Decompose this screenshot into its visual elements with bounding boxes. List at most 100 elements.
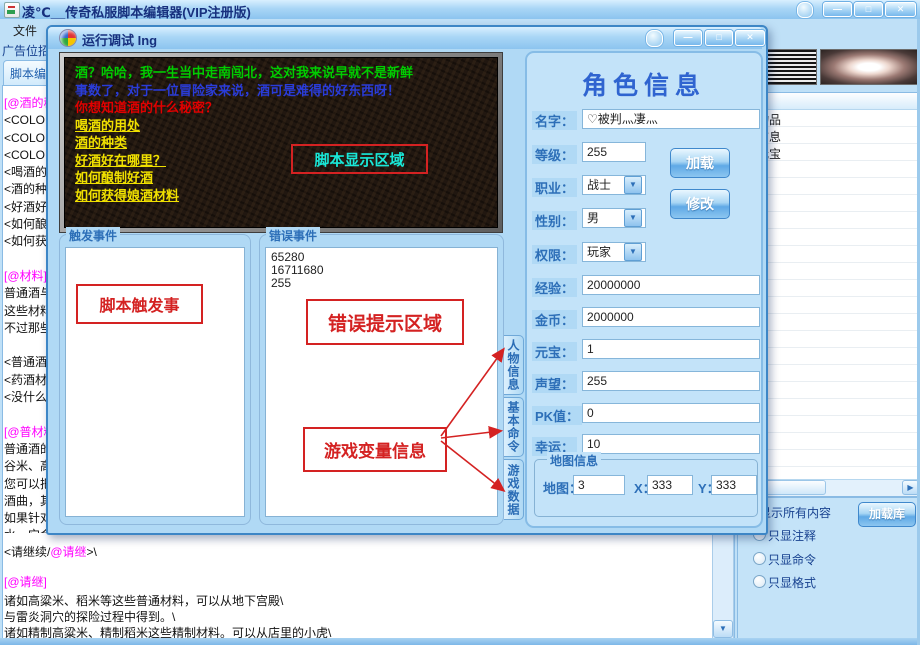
editor-line: <喝酒的 — [4, 164, 48, 181]
pk-label: PK值： — [532, 406, 582, 425]
window-title: 凌℃__传奇私服脚本编辑器(VIP注册版) — [22, 2, 582, 21]
scroll-right-icon: ▶ — [907, 483, 913, 492]
tab-game-data[interactable]: 游戏数据 — [504, 459, 524, 520]
fame-field[interactable]: 255 — [582, 371, 760, 391]
close-icon: ✕ — [897, 4, 905, 14]
radio-commands-only[interactable] — [753, 552, 766, 565]
modify-button[interactable]: 修改 — [670, 189, 730, 219]
app-window: 凌℃__传奇私服脚本编辑器(VIP注册版) — □ ✕ 文件 广告位招 脚本编 … — [0, 0, 920, 645]
annotation-error: 错误提示区域 — [306, 299, 464, 345]
maximize-button[interactable]: □ — [854, 2, 883, 17]
exp-field[interactable]: 20000000 — [582, 275, 760, 295]
editor-left-lines: [@酒的秘 <COLOR= <COLOR= <COLOR= <喝酒的 <酒的种 … — [4, 95, 48, 533]
editor-line: 这些材料 — [4, 303, 48, 320]
pk-field[interactable]: 0 — [582, 403, 760, 423]
annotation-trigger: 脚本触发事 — [76, 284, 203, 324]
editor-line — [4, 406, 48, 423]
character-info-panel: 角色信息 名字： ♡被判灬凄灬 等级： 255 加载 修改 职业： 战士 ▼ 性… — [525, 51, 763, 528]
name-field[interactable]: ♡被判灬凄灬 — [582, 109, 760, 129]
npc-link[interactable]: 喝酒的用处 — [75, 117, 413, 135]
char-panel-title: 角色信息 — [527, 66, 761, 102]
error-value: 255 — [271, 277, 324, 290]
editor-line: <如何获 — [4, 233, 48, 250]
option-label-show-all[interactable]: 显示所有内容 — [759, 504, 831, 521]
option-label-comments[interactable]: 只显注释 — [768, 527, 816, 544]
chevron-down-icon: ▼ — [629, 213, 637, 222]
script-display-frame: 酒？哈哈，我一生当中走南闯北，这对我来说早就不是新鲜 事数了，对于一位冒险家来说… — [59, 52, 503, 233]
annotation-variables: 游戏变量信息 — [303, 427, 447, 472]
npc-dialog-text: 酒？哈哈，我一生当中走南闯北，这对我来说早就不是新鲜 事数了，对于一位冒险家来说… — [75, 64, 413, 204]
radio-format-only[interactable] — [753, 575, 766, 588]
editor-line: 酒曲，其 — [4, 493, 48, 510]
editor-line: [@普材料 — [4, 424, 48, 441]
dialog-minimize-button[interactable]: — — [674, 30, 702, 46]
app-icon — [4, 2, 20, 18]
editor-line — [4, 251, 48, 268]
option-label-commands[interactable]: 只显命令 — [768, 551, 816, 568]
editor-line: 您可以把 — [4, 476, 48, 493]
job-dropdown-button[interactable]: ▼ — [624, 176, 642, 194]
pin-icon[interactable] — [797, 2, 813, 18]
dialog-icon — [60, 30, 76, 46]
dialog-pin-icon[interactable] — [646, 30, 663, 47]
text-segment: @请继 — [50, 545, 86, 559]
editor-line: 不过那些 — [4, 320, 48, 337]
map-field[interactable]: 3 — [573, 475, 625, 495]
load-button[interactable]: 加载 — [670, 148, 730, 178]
npc-line: 事数了，对于一位冒险家来说，酒可是难得的好东西呀！ — [75, 82, 413, 100]
gold-label: 金币： — [532, 310, 577, 329]
command-list[interactable]: 释 制物品 经信息 经元宝 ▶ — [750, 92, 919, 497]
orb-thumbnail[interactable] — [820, 49, 918, 85]
gold-field[interactable]: 2000000 — [582, 307, 760, 327]
debug-dialog: 运行调试 Ing — □ ✕ 酒？哈哈，我一生当中走南闯北，这对我来说早就不是新… — [46, 25, 768, 535]
editor-line: <COLOR= — [4, 112, 48, 129]
editor-line: <如何酿 — [4, 216, 48, 233]
close-icon: ✕ — [746, 32, 754, 42]
editor-line: [@材料] — [4, 268, 48, 285]
chevron-down-icon: ▼ — [629, 247, 637, 256]
editor-line: 水，它会 — [4, 527, 48, 533]
npc-link[interactable]: 如何获得娘酒材料 — [75, 187, 413, 205]
yuanbao-field[interactable]: 1 — [582, 339, 760, 359]
trigger-events-label: 触发事件 — [66, 227, 120, 244]
chevron-down-icon: ▼ — [629, 180, 637, 189]
scroll-down-button[interactable]: ▼ — [713, 620, 733, 638]
dialog-maximize-button[interactable]: □ — [705, 30, 733, 46]
list-header[interactable]: 释 — [751, 93, 918, 110]
tab-basic-commands[interactable]: 基本命令 — [504, 397, 524, 457]
striped-thumbnail[interactable] — [763, 49, 817, 85]
error-events-group: 错误事件 65280 16711680 255 错误提示区域 游戏变量信息 — [259, 234, 504, 525]
ad-link[interactable]: 广告位招 — [2, 42, 50, 59]
luck-field[interactable]: 10 — [582, 434, 760, 454]
x-field[interactable]: 333 — [647, 475, 693, 495]
editor-line: [@酒的秘 — [4, 95, 48, 112]
fame-label: 声望： — [532, 374, 577, 393]
minimize-icon: — — [833, 4, 842, 14]
scroll-down-icon: ▼ — [719, 624, 727, 633]
window-bottom-border — [0, 638, 920, 645]
editor-line: 谷米、高 — [4, 458, 48, 475]
editor-line: <COLOR= — [4, 147, 48, 164]
main-titlebar: 凌℃__传奇私服脚本编辑器(VIP注册版) — □ ✕ — [0, 0, 920, 19]
yuanbao-label: 元宝： — [532, 342, 577, 361]
privilege-dropdown-button[interactable]: ▼ — [624, 243, 642, 261]
editor-bottom-line: 诸如高粱米、稻米等这些普通材料，可以从地下宫殿\ — [4, 592, 283, 609]
load-library-button[interactable]: 加载库 — [858, 502, 916, 527]
name-label: 名字： — [532, 111, 577, 130]
privilege-label: 权限： — [532, 245, 577, 264]
level-field[interactable]: 255 — [582, 142, 646, 162]
map-info-group: 地图信息 地图： 3 X： 333 Y： 333 — [534, 459, 758, 517]
menu-file[interactable]: 文件 — [13, 22, 37, 39]
close-button[interactable]: ✕ — [885, 2, 916, 17]
gender-dropdown-button[interactable]: ▼ — [624, 209, 642, 227]
tab-character-info[interactable]: 人物信息 — [504, 335, 524, 395]
job-label: 职业： — [532, 178, 577, 197]
list-rows-background — [751, 110, 918, 478]
editor-bottom-line: <请继续/@请继>\ — [4, 543, 97, 560]
editor-line — [4, 337, 48, 354]
dialog-close-button[interactable]: ✕ — [735, 30, 765, 46]
option-label-format[interactable]: 只显格式 — [768, 574, 816, 591]
minimize-button[interactable]: — — [823, 2, 852, 17]
y-field[interactable]: 333 — [711, 475, 757, 495]
editor-bottom-line: 与雷炎洞穴的探险过程中得到。\ — [4, 608, 175, 625]
